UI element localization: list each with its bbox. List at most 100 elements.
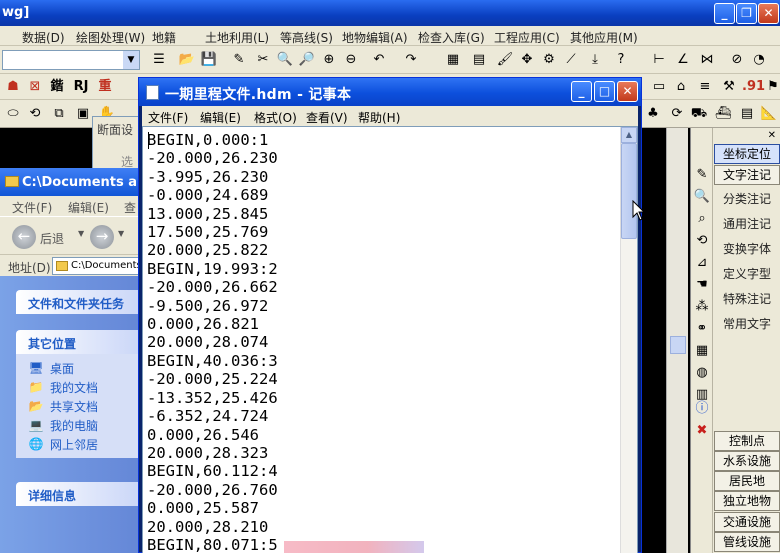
btn-change-font[interactable]: 变换字体 <box>714 240 780 260</box>
erase-icon[interactable]: ✂ <box>254 51 272 69</box>
redo-icon[interactable]: ↷ <box>402 51 420 69</box>
text-symbol-2[interactable]: RJ <box>72 78 90 96</box>
ellipse-icon[interactable]: ⬭ <box>4 105 22 123</box>
car-icon[interactable]: ⛟ <box>690 105 708 123</box>
other-places-header[interactable]: 其它位置 <box>16 330 150 354</box>
layer-tool-icon[interactable]: ▦ <box>693 342 711 360</box>
notepad-menu-edit[interactable]: 编辑(E) <box>200 109 241 126</box>
notepad-text-area[interactable]: BEGIN,0.000:1 -20.000,26.230 -3.995,26.230… <box>142 126 638 553</box>
angle-icon[interactable]: ∠ <box>674 51 692 69</box>
query-tool-icon[interactable]: ⌕ <box>693 210 711 228</box>
pencil-icon[interactable]: ✎ <box>230 51 248 69</box>
zoom-tool-icon[interactable]: 🔍 <box>693 188 711 206</box>
place-my-documents[interactable]: 📁 我的文档 <box>28 379 99 397</box>
menu-engineering[interactable]: 工程应用(C) <box>494 29 560 46</box>
back-dropdown-icon[interactable]: ▼ <box>78 229 84 238</box>
node-tool-icon[interactable]: ⁂ <box>693 298 711 316</box>
restore-button[interactable]: ❐ <box>736 3 757 24</box>
explorer-menu-file[interactable]: 文件(F) <box>12 199 52 216</box>
tool-icon[interactable]: ⚒ <box>720 78 738 96</box>
delete-icon[interactable]: ✖ <box>693 422 711 440</box>
book-icon[interactable]: ▤ <box>738 105 756 123</box>
details-header[interactable]: 详细信息 <box>16 482 150 506</box>
drawing-scrollbar[interactable] <box>666 128 688 553</box>
back-arrow-icon[interactable]: ← <box>12 225 36 249</box>
explorer-menu-edit[interactable]: 编辑(E) <box>68 199 109 216</box>
place-shared-documents[interactable]: 📂 共享文档 <box>28 398 99 416</box>
line-icon[interactable]: ⟋ <box>562 51 580 69</box>
open-icon[interactable]: 📂 <box>178 51 196 69</box>
ruler-icon[interactable]: 📐 <box>760 105 778 123</box>
notepad-menu-view[interactable]: 查看(V) <box>306 109 348 126</box>
flag-icon[interactable]: ⚑ <box>764 78 780 96</box>
measure-tool-icon[interactable]: ⊿ <box>693 254 711 272</box>
place-my-computer[interactable]: 💻 我的电脑 <box>28 417 99 435</box>
ship-icon[interactable]: ⛴ <box>714 105 732 123</box>
circle-icon[interactable]: ⊘ <box>728 51 746 69</box>
place-network[interactable]: 🌐 网上邻居 <box>28 436 99 454</box>
move-icon[interactable]: ✥ <box>518 51 536 69</box>
zoom-all-icon[interactable]: ⊕ <box>320 51 338 69</box>
scroll-thumb[interactable] <box>621 143 637 239</box>
sync-icon[interactable]: ⟳ <box>668 105 686 123</box>
globe-tool-icon[interactable]: ◍ <box>693 364 711 382</box>
text-symbol-1[interactable]: 鍇 <box>48 78 66 96</box>
scroll-up-arrow-icon[interactable]: ▲ <box>621 127 637 143</box>
notepad-menu-help[interactable]: 帮助(H) <box>358 109 400 126</box>
hand-tool-icon[interactable]: ☚ <box>693 276 711 294</box>
menu-draw[interactable]: 绘图处理(W) <box>76 29 145 46</box>
grid-icon[interactable]: ⋈ <box>698 51 716 69</box>
btn-traffic-facility[interactable]: 交通设施 <box>714 512 780 532</box>
layers-icon[interactable]: ☰ <box>150 51 168 69</box>
arc-icon[interactable]: ◔ <box>750 51 768 69</box>
info-icon[interactable]: ⓘ <box>693 400 711 418</box>
rect-icon[interactable]: ▭ <box>650 78 668 96</box>
zoom-realtime-icon[interactable]: 🔍 <box>276 51 294 69</box>
menu-cadastre[interactable]: 地籍 <box>152 29 176 46</box>
notepad-maximize-button[interactable]: □ <box>594 81 615 102</box>
forward-arrow-icon[interactable]: → <box>90 225 114 249</box>
save-icon[interactable]: 💾 <box>200 51 218 69</box>
help-icon[interactable]: ? <box>612 51 630 69</box>
btn-general-annotation[interactable]: 通用注记 <box>714 215 780 235</box>
menu-feature-edit[interactable]: 地物编辑(A) <box>342 29 408 46</box>
properties-icon[interactable]: ▦ <box>444 51 462 69</box>
file-folder-tasks-header[interactable]: 文件和文件夹任务 <box>16 290 150 314</box>
notepad-minimize-button[interactable]: _ <box>571 81 592 102</box>
back-label[interactable]: 后退 <box>40 230 64 247</box>
btn-classified-annotation[interactable]: 分类注记 <box>714 190 780 210</box>
btn-define-font[interactable]: 定义字型 <box>714 265 780 285</box>
place-desktop[interactable]: 🖥 桌面 <box>28 360 74 378</box>
btn-coordinate-locate[interactable]: 坐标定位 <box>714 144 780 164</box>
minimize-button[interactable]: _ <box>714 3 735 24</box>
copy-icon[interactable]: ⧉ <box>50 105 68 123</box>
text-symbol-3[interactable]: 重 <box>96 78 114 96</box>
menu-landuse[interactable]: 土地利用(L) <box>205 29 269 46</box>
btn-control-point[interactable]: 控制点 <box>714 431 780 451</box>
menu-data[interactable]: 数据(D) <box>22 29 65 46</box>
btn-text-annotation[interactable]: 文字注记 <box>714 165 780 185</box>
elevation-text[interactable]: .91 <box>742 78 765 96</box>
menu-contour[interactable]: 等高线(S) <box>280 29 333 46</box>
measure-icon[interactable]: ⤓ <box>586 51 604 69</box>
block-icon[interactable]: ▣ <box>74 105 92 123</box>
btn-residential[interactable]: 居民地 <box>714 471 780 491</box>
explorer-menu-view[interactable]: 查 <box>124 199 136 216</box>
snap-icon[interactable]: ⚙ <box>540 51 558 69</box>
tree-icon[interactable]: ♣ <box>644 105 662 123</box>
undo-icon[interactable]: ↶ <box>370 51 388 69</box>
layer-combo[interactable]: ▼ <box>2 50 140 70</box>
cross-symbol-icon[interactable]: ⊠ <box>26 78 44 96</box>
lasso-icon[interactable]: ⟲ <box>26 105 44 123</box>
notepad-menu-format[interactable]: 格式(O) <box>254 109 297 126</box>
notepad-menu-file[interactable]: 文件(F) <box>148 109 188 126</box>
menu-other[interactable]: 其他应用(M) <box>570 29 638 46</box>
house-icon[interactable]: ⌂ <box>672 78 690 96</box>
zoom-previous-icon[interactable]: ⊖ <box>342 51 360 69</box>
panel-close-icon[interactable]: ✕ <box>768 130 776 141</box>
btn-common-text[interactable]: 常用文字 <box>714 315 780 335</box>
btn-pipeline-facility[interactable]: 管线设施 <box>714 532 780 552</box>
zoom-window-icon[interactable]: 🔎 <box>298 51 316 69</box>
forward-dropdown-icon[interactable]: ▼ <box>118 229 124 238</box>
close-button[interactable]: ✕ <box>758 3 779 24</box>
